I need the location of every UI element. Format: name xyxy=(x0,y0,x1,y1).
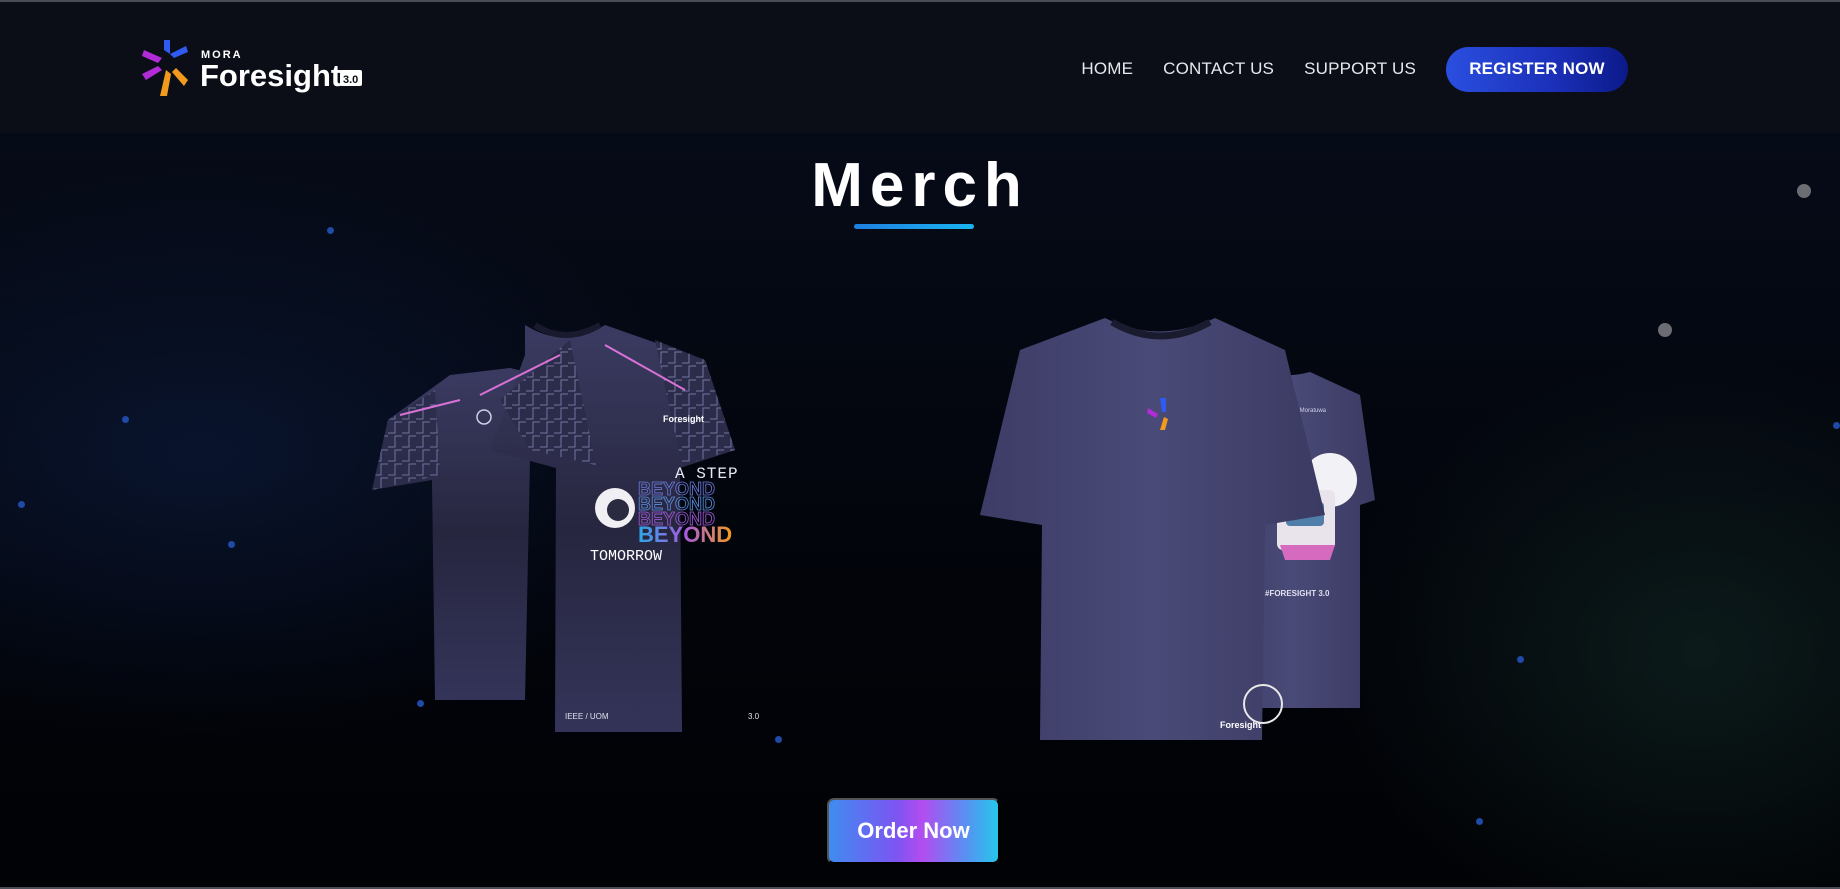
merch-shirts-image: Foresight A STEP BEYOND BEYOND BEYOND BE… xyxy=(372,318,1375,740)
svg-text:Foresight: Foresight xyxy=(200,58,341,93)
svg-text:3.0: 3.0 xyxy=(343,74,358,86)
particle-dot xyxy=(18,501,25,508)
svg-text:3.0: 3.0 xyxy=(748,712,760,721)
order-now-button[interactable]: Order Now xyxy=(827,798,1000,864)
svg-text:#FORESIGHT 3.0: #FORESIGHT 3.0 xyxy=(1265,589,1330,598)
main-nav: HOME CONTACT US SUPPORT US REGISTER NOW xyxy=(1081,46,1628,92)
nav-contact-us[interactable]: CONTACT US xyxy=(1163,59,1274,79)
title-underline xyxy=(854,224,974,229)
navbar: MORA Foresight 3.0 HOME CONTACT US SUPPO… xyxy=(0,2,1840,133)
nav-home[interactable]: HOME xyxy=(1081,59,1133,79)
section-title: Merch xyxy=(811,151,1029,220)
particle-dot xyxy=(1658,323,1672,337)
register-now-button[interactable]: REGISTER NOW xyxy=(1446,46,1628,92)
foresight-logo-icon: MORA Foresight 3.0 xyxy=(142,40,362,96)
particle-dot xyxy=(1517,656,1524,663)
svg-text:TOMORROW: TOMORROW xyxy=(590,548,662,565)
particle-dot xyxy=(1833,422,1840,429)
particle-dot xyxy=(327,227,334,234)
svg-text:BEYOND: BEYOND xyxy=(638,522,732,547)
site-logo[interactable]: MORA Foresight 3.0 xyxy=(140,36,365,102)
nav-support-us[interactable]: SUPPORT US xyxy=(1304,59,1416,79)
svg-text:IEEE / UOM: IEEE / UOM xyxy=(565,712,609,721)
jersey-chest-logo: Foresight xyxy=(663,414,704,424)
particle-dot xyxy=(228,541,235,548)
particle-dot xyxy=(1476,818,1483,825)
particle-dot xyxy=(122,416,129,423)
cursor-indicator xyxy=(1243,684,1283,724)
